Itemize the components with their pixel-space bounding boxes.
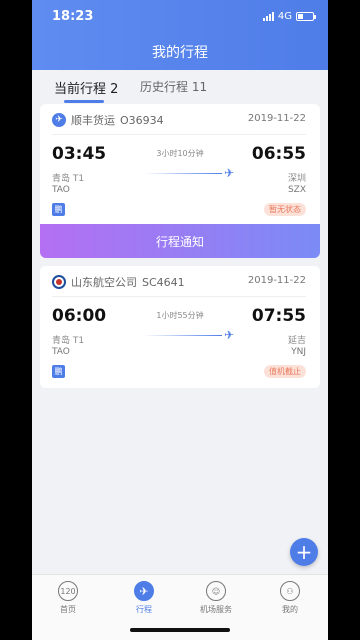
phone-screen: 18:23 4G 我的行程 当前行程 2 历史行程 11 ✈ 顺丰货运 O369… [32, 0, 328, 640]
airline-logo-icon [52, 275, 66, 289]
divider [52, 134, 306, 135]
airline-name: 顺丰货运 [71, 114, 115, 127]
departure-city: 青岛 T1 [52, 174, 85, 184]
trip-date: 2019-11-22 [247, 275, 306, 286]
airplane-icon: ✈ [134, 581, 154, 601]
tab-underline [64, 100, 104, 103]
status-bar: 18:23 4G [32, 0, 328, 32]
shared-badge: 鹏 [52, 203, 65, 216]
tabbar-label: 我的 [282, 605, 298, 614]
tabbar-item-airport-service[interactable]: ☺ 机场服务 [186, 581, 246, 615]
departure-code: TAO [52, 347, 70, 357]
tabbar-item-home[interactable]: 120 首页 [38, 581, 98, 615]
trip-card-header: 山东航空公司 SC4641 [52, 274, 185, 290]
trip-tabs: 当前行程 2 历史行程 11 [32, 70, 328, 103]
trip-card[interactable]: 山东航空公司 SC4641 2019-11-22 06:00 07:55 1小时… [40, 266, 320, 388]
user-icon: ⚇ [280, 581, 300, 601]
status-icons: 4G [262, 11, 316, 22]
network-label: 4G [277, 11, 292, 22]
arrival-city: 深圳 [287, 174, 306, 184]
arrival-code: YNJ [291, 347, 306, 357]
flight-number: SC4641 [142, 275, 185, 289]
home-indicator [130, 628, 230, 632]
shared-badge: 鹏 [52, 365, 65, 378]
flight-duration: 3小时10分钟 [156, 149, 204, 158]
battery-icon [296, 12, 316, 21]
flight-path: ✈ [144, 166, 234, 180]
add-trip-button[interactable]: + [290, 538, 318, 566]
arrival-code: SZX [287, 185, 306, 195]
departure-code: TAO [52, 185, 70, 195]
airline-logo-icon: ✈ [52, 113, 66, 127]
trip-card[interactable]: ✈ 顺丰货运 O36934 2019-11-22 03:45 06:55 3小时… [40, 104, 320, 224]
airplane-icon: ✈ [223, 166, 234, 180]
flight-number: O36934 [120, 113, 164, 127]
status-badge: 暂无状态 [264, 203, 306, 216]
tab-history[interactable]: 历史行程 11 [140, 78, 207, 95]
trip-card-header: ✈ 顺丰货运 O36934 [52, 112, 164, 128]
departure-city: 青岛 T1 [52, 336, 85, 346]
airplane-icon: ✈ [223, 328, 234, 342]
divider [52, 296, 306, 297]
tabbar-item-profile[interactable]: ⚇ 我的 [260, 581, 320, 615]
status-time: 18:23 [52, 9, 94, 24]
tabbar-item-trips[interactable]: ✈ 行程 [114, 581, 174, 615]
header: 18:23 4G 我的行程 [32, 0, 328, 70]
smile-icon: ☺ [206, 581, 226, 601]
trip-date: 2019-11-22 [247, 113, 306, 124]
signal-icon [262, 12, 274, 21]
flight-duration: 1小时55分钟 [156, 311, 204, 320]
tabbar-label: 机场服务 [200, 605, 232, 614]
tab-current[interactable]: 当前行程 2 [54, 78, 118, 97]
page-title: 我的行程 [152, 45, 208, 61]
status-badge: 值机截止 [264, 365, 306, 378]
tabbar-label: 行程 [136, 605, 152, 614]
trip-notice-button[interactable]: 行程通知 [40, 224, 320, 258]
home-120-icon: 120 [58, 581, 78, 601]
airline-name: 山东航空公司 [71, 276, 137, 289]
arrival-city: 延吉 [287, 336, 306, 346]
flight-path: ✈ [144, 328, 234, 342]
tabbar-label: 首页 [60, 605, 76, 614]
